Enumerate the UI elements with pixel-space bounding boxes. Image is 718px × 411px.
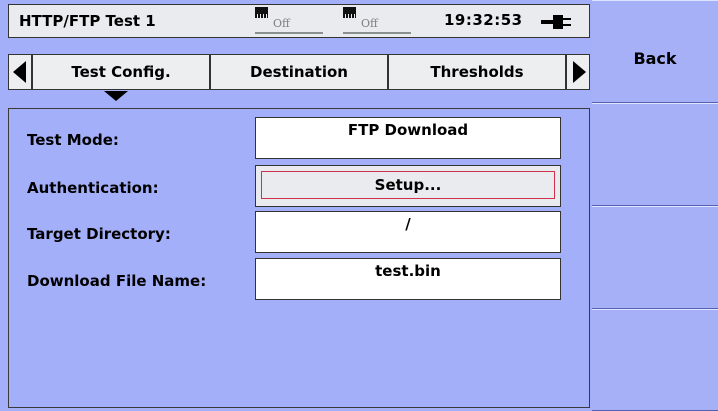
port-1-state: Off (273, 17, 290, 30)
back-button[interactable]: Back (592, 0, 718, 103)
test-title: HTTP/FTP Test 1 (19, 12, 156, 30)
softkey-panel: Back (592, 0, 718, 411)
softkey-3[interactable] (592, 206, 718, 309)
tab-test-config[interactable]: Test Config. (32, 54, 210, 90)
back-button-label: Back (633, 49, 677, 68)
tab-scroll-right-button[interactable] (566, 54, 590, 90)
ethernet-port-icon (255, 7, 268, 18)
softkey-4[interactable] (592, 309, 718, 411)
test-mode-field[interactable]: FTP Download (255, 117, 561, 159)
triangle-left-icon (13, 61, 26, 83)
clock: 19:32:53 (444, 11, 523, 29)
setup-button-label: Setup... (261, 171, 555, 199)
status-bar: HTTP/FTP Test 1 Off Off 19:32:53 (8, 4, 590, 38)
ethernet-port-icon (343, 7, 356, 18)
tab-bar: Test Config. Destination Thresholds (8, 52, 590, 92)
main-area: HTTP/FTP Test 1 Off Off 19:32:53 Test Co… (0, 0, 592, 411)
triangle-right-icon (573, 61, 586, 83)
tab-destination[interactable]: Destination (210, 54, 388, 90)
target-directory-field[interactable]: / (255, 211, 561, 253)
authentication-setup-button[interactable]: Setup... (255, 165, 561, 207)
port-2-state: Off (361, 17, 378, 30)
test-mode-label: Test Mode: (27, 131, 119, 149)
softkey-2[interactable] (592, 103, 718, 206)
authentication-label: Authentication: (27, 179, 159, 197)
active-tab-indicator-icon (104, 91, 128, 101)
port-1-status: Off (255, 7, 327, 35)
download-file-label: Download File Name: (27, 272, 207, 290)
port-2-status: Off (343, 7, 415, 35)
tab-scroll-left-button[interactable] (8, 54, 32, 90)
tab-thresholds[interactable]: Thresholds (388, 54, 566, 90)
power-plug-icon (541, 15, 571, 29)
config-panel: Test Mode: FTP Download Authentication: … (8, 108, 590, 408)
download-file-field[interactable]: test.bin (255, 258, 561, 300)
target-directory-label: Target Directory: (27, 225, 171, 243)
